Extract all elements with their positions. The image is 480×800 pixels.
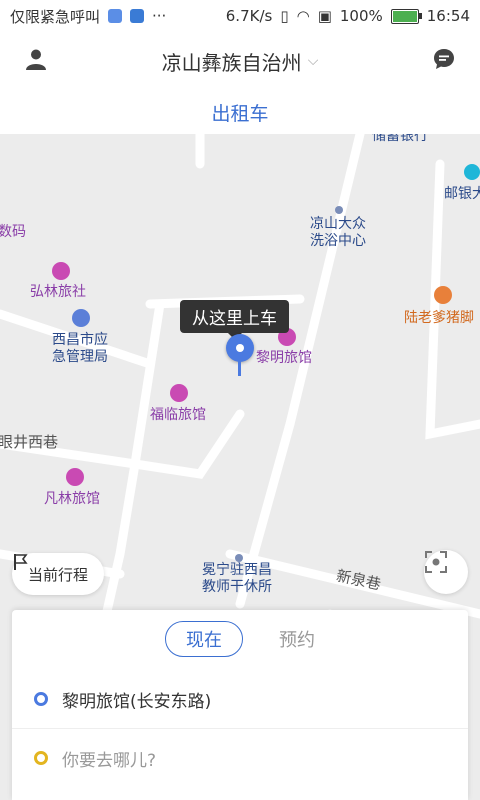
poi-bath-icon	[335, 206, 343, 214]
app-header: 凉山彝族自治州 ⌵	[0, 32, 480, 90]
booking-panel: 现在 预约 黎明旅馆(长安东路) 你要去哪儿?	[12, 610, 468, 800]
tab-taxi[interactable]: 出租车	[211, 99, 268, 126]
more-notifications-icon: ···	[152, 7, 167, 25]
poi-fulin-hotel[interactable]: 福临旅馆	[150, 407, 206, 424]
app-notification-icon	[108, 9, 123, 23]
poi-fanlin-hotel[interactable]: 凡林旅馆	[44, 491, 100, 508]
poi-teacher-sanatorium[interactable]: 冕宁驻西昌 教师干休所	[202, 562, 272, 596]
poi-emergency-bureau[interactable]: 西昌市应 急管理局	[52, 332, 108, 366]
city-title: 凉山彝族自治州	[161, 50, 302, 75]
message-icon[interactable]	[432, 47, 456, 75]
map-view[interactable]: 储蓄银行 邮银大 数码 凉山大众 洗浴中心 弘林旅社 陆老爹猪脚 西昌市应 急管…	[0, 134, 480, 664]
start-dot-icon	[34, 692, 48, 706]
poi-honglin-hostel[interactable]: 弘林旅社	[30, 284, 86, 301]
government-icon	[72, 309, 90, 327]
service-tabbar: 出租车	[0, 90, 480, 135]
battery-fill	[392, 10, 417, 22]
flag-icon	[14, 554, 28, 570]
hotel-icon	[52, 262, 70, 280]
pickup-callout[interactable]: 从这里上车	[180, 300, 289, 340]
vibrate-icon: ▯	[280, 7, 289, 25]
destination-placeholder: 你要去哪儿?	[62, 750, 157, 771]
battery-icon	[390, 8, 422, 24]
poi-bath-center[interactable]: 凉山大众 洗浴中心	[310, 216, 366, 250]
locate-button[interactable]	[424, 550, 468, 594]
start-location-row[interactable]: 黎明旅馆(长安东路)	[12, 670, 468, 729]
poi-sanatorium-icon	[235, 554, 243, 562]
mode-selector: 现在 预约	[12, 610, 468, 668]
hotel-icon	[66, 468, 84, 486]
wifi-icon: ◠	[296, 7, 310, 25]
restaurant-icon	[434, 286, 452, 304]
poi-digital[interactable]: 数码	[0, 224, 26, 241]
clock: 16:54	[426, 7, 470, 25]
poi-bank-icon	[464, 164, 480, 180]
road-yanjing-west: 眼井西巷	[0, 433, 59, 451]
app-notification-icon-2	[130, 9, 145, 23]
locate-icon	[425, 551, 447, 573]
pickup-pin-icon[interactable]	[226, 334, 254, 362]
pickup-pin-stem	[238, 360, 241, 376]
destination-row[interactable]: 你要去哪儿?	[12, 729, 468, 787]
poi-luolaodie[interactable]: 陆老爹猪脚	[404, 310, 474, 327]
city-selector[interactable]: 凉山彝族自治州 ⌵	[162, 47, 319, 76]
chevron-down-icon: ⌵	[307, 53, 319, 69]
destination-dot-icon	[34, 751, 48, 765]
poi-post-bank[interactable]: 邮银大	[444, 186, 480, 203]
poi-liming-hotel[interactable]: 黎明旅馆	[256, 350, 312, 367]
user-icon[interactable]	[24, 47, 48, 75]
status-right: 6.7K/s ▯ ◠ ▣ 100% 16:54	[226, 7, 470, 25]
status-left: 仅限紧急呼叫 ···	[10, 6, 166, 27]
emergency-call-text: 仅限紧急呼叫	[10, 7, 101, 26]
current-trip-button[interactable]: 当前行程	[12, 553, 105, 595]
hotel-icon	[170, 384, 188, 402]
poi-bank[interactable]: 储蓄银行	[372, 134, 428, 145]
current-trip-label: 当前行程	[28, 565, 89, 584]
network-speed: 6.7K/s	[225, 7, 273, 25]
battery-percent: 100%	[339, 7, 383, 25]
mode-reserve-button[interactable]: 预约	[279, 626, 315, 652]
mode-now-button[interactable]: 现在	[165, 621, 243, 657]
start-location-text: 黎明旅馆(长安东路)	[62, 691, 212, 712]
status-bar: 仅限紧急呼叫 ··· 6.7K/s ▯ ◠ ▣ 100% 16:54	[0, 0, 480, 32]
sim-icon: ▣	[317, 7, 332, 25]
